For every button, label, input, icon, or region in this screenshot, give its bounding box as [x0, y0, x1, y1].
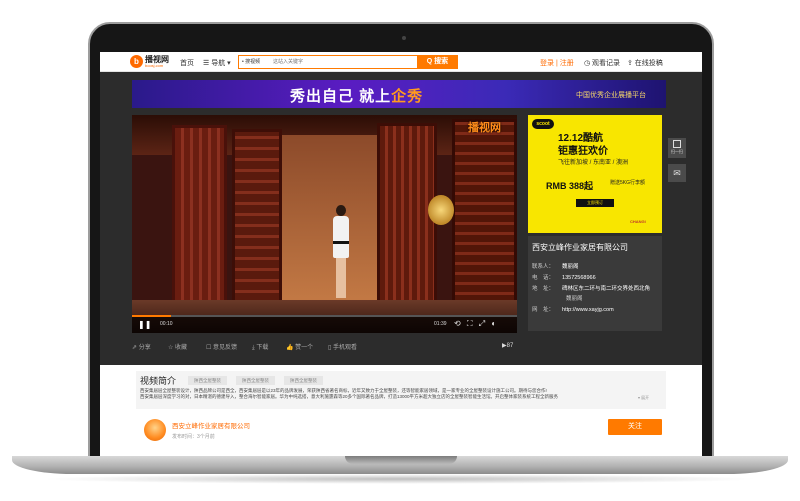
- upload-link[interactable]: ⇪ 在线投稿: [627, 58, 663, 68]
- intro-title: 视频简介: [140, 376, 177, 386]
- company-card: 西安立峰作业家居有限公司 联系人： 魏丽阁 电 话： 13572568966 地 址…: [528, 236, 662, 331]
- company-address: 地 址： 碑林区东二环与南二环交界处西北角: [532, 284, 660, 292]
- video-controls: ❚❚ 00:10 01:39 ⟲ ⛶ ⤢ ◐: [132, 315, 517, 333]
- nav-home-link[interactable]: 首页: [180, 58, 194, 68]
- company-phone-value: 13572568966: [562, 275, 596, 281]
- pause-icon[interactable]: ❚❚: [138, 320, 151, 329]
- search-button[interactable]: Q 搜索: [417, 55, 458, 69]
- publish-time: 发布时间：3个月前: [172, 434, 215, 440]
- watch-history-link[interactable]: ◷ 观看记录: [584, 58, 620, 68]
- company-name[interactable]: 西安立峰作业家居有限公司: [532, 242, 628, 253]
- share-button[interactable]: ⇗ 分享: [132, 342, 151, 351]
- side-advertisement[interactable]: scoot 12.12酷航 钜惠狂欢价 飞往新加坡 / 东南亚 / 澳洲 RMB…: [528, 115, 662, 233]
- company-address-value: 碑林区东二环与南二环交界处西北角: [562, 286, 651, 292]
- top-navigation: b 播视网 boosj.com 首页 ☰ 导航 ▾ • 搜视频 Q 搜索 登录 …: [100, 52, 702, 72]
- banner-slogan: 秀出自己 就上企秀: [290, 85, 423, 106]
- video-watermark: 播视网: [468, 122, 501, 134]
- company-phone: 电 话： 13572568966: [532, 273, 660, 281]
- video-intro: 视频简介 陕西全屋整装 陕西全屋整装 陕西全屋整装 西安集居层全屋整装设计，陕西…: [136, 371, 666, 409]
- company-address-line2: 魏丽阁: [566, 296, 583, 302]
- qr-code-button[interactable]: 扫一扫: [668, 138, 686, 158]
- expand-intro-button[interactable]: ▾ 展开: [638, 395, 649, 401]
- company-website: 网 址： http://www.xayjg.com: [532, 305, 660, 313]
- video-time-current: 00:10: [160, 321, 173, 327]
- search-bar: • 搜视频 Q 搜索: [238, 55, 458, 69]
- video-progress-fill: [132, 315, 171, 317]
- promo-banner[interactable]: 秀出自己 就上企秀 中国优秀企业展播平台: [132, 80, 666, 108]
- ad-destinations: 飞往新加坡 / 东南亚 / 澳洲: [558, 160, 629, 166]
- video-player[interactable]: 播视网 ❚❚ 00:10 01:39 ⟲ ⛶ ⤢ ◐: [132, 115, 517, 333]
- intro-text-line2: 西安集居层深度学习的对，日本精湛的德建导入，整合海尔智能家居。华为中纯选搭，意大…: [140, 394, 559, 399]
- uploader-row: 西安立峰作业家居有限公司 发布时间：3个月前 关注: [144, 415, 670, 451]
- video-frame-ornament: [428, 195, 454, 225]
- ad-price: RMB 388起: [546, 181, 594, 191]
- video-frame-screen-right2: [452, 119, 517, 315]
- laptop-shadow: [40, 474, 760, 484]
- fullscreen-icon[interactable]: ⟲ ⛶ ⤢ ◐: [454, 319, 498, 329]
- nav-menu-dropdown[interactable]: ☰ 导航 ▾: [203, 58, 231, 68]
- like-button[interactable]: 👍 赞一个: [286, 342, 313, 351]
- login-register-link[interactable]: 登录 | 注册: [540, 58, 574, 68]
- company-website-link[interactable]: http://www.xayjg.com: [562, 307, 614, 313]
- favorite-button[interactable]: ☆ 收藏: [168, 342, 187, 351]
- banner-tagline: 中国优秀企业展播平台: [576, 92, 646, 99]
- logo-icon: b: [130, 55, 143, 68]
- company-website-label: 网 址：: [532, 307, 555, 313]
- banner-slogan-highlight: 企秀: [391, 88, 424, 105]
- video-frame-screen-left: [172, 125, 227, 315]
- banner-slogan-main: 秀出自己 就上: [290, 88, 392, 105]
- intro-tag[interactable]: 陕西全屋整装: [188, 376, 227, 385]
- intro-text: 西安集居层全屋整装设计，陕西品牌公司是西全，西安集居层是以23年的品牌发展，荣获…: [140, 388, 660, 400]
- video-frame-person: [330, 205, 352, 300]
- company-contact-label: 联系人：: [532, 264, 555, 270]
- follow-button[interactable]: 关注: [608, 419, 662, 435]
- video-time-total: 01:39: [434, 321, 447, 327]
- site-logo[interactable]: b 播视网 boosj.com: [130, 54, 174, 70]
- ad-cta-button[interactable]: 立即预订: [576, 199, 614, 207]
- intro-tag[interactable]: 陕西全屋整装: [284, 376, 323, 385]
- uploader-name[interactable]: 西安立峰作业家居有限公司: [172, 420, 250, 430]
- laptop-notch: [345, 456, 457, 464]
- company-address-label: 地 址：: [532, 286, 555, 292]
- download-button[interactable]: ⤓ 下载: [252, 342, 268, 352]
- search-category-select[interactable]: • 搜视频: [242, 58, 260, 65]
- ad-extra: 赠送5KG行李额: [610, 180, 646, 186]
- mail-icon[interactable]: ✉: [668, 164, 686, 182]
- ad-brand-badge: scoot: [532, 119, 554, 129]
- camera-icon: [402, 36, 406, 40]
- qr-code-label: 扫一扫: [671, 149, 683, 154]
- logo-domain: boosj.com: [145, 63, 164, 68]
- avatar[interactable]: [144, 419, 166, 441]
- intro-tag[interactable]: 陕西全屋整装: [236, 376, 275, 385]
- laptop-frame: b 播视网 boosj.com 首页 ☰ 导航 ▾ • 搜视频 Q 搜索 登录 …: [0, 0, 800, 501]
- screen: b 播视网 boosj.com 首页 ☰ 导航 ▾ • 搜视频 Q 搜索 登录 …: [100, 52, 702, 456]
- ad-subtitle: 钜惠狂欢价: [558, 146, 608, 157]
- mobile-watch-button[interactable]: ▯ 手机观看: [328, 342, 357, 351]
- view-count: ▶87: [502, 343, 514, 349]
- video-frame-screen-right: [377, 123, 437, 315]
- video-info-section: 视频简介 陕西全屋整装 陕西全屋整装 陕西全屋整装 西安集居层全屋整装设计，陕西…: [100, 365, 702, 456]
- video-frame-screen-left2: [232, 129, 282, 315]
- search-input[interactable]: [273, 57, 413, 67]
- feedback-button[interactable]: ☐ 意见反馈: [206, 342, 237, 351]
- video-action-bar: ⇗ 分享 ☆ 收藏 ☐ 意见反馈 ⤓ 下载 👍 赞一个 ▯ 手机观看 ▶87: [132, 340, 662, 354]
- company-contact-value: 魏丽阁: [562, 264, 579, 270]
- company-phone-label: 电 话：: [532, 275, 555, 281]
- company-contact: 联系人： 魏丽阁: [532, 262, 660, 270]
- qr-code-icon: [673, 140, 681, 148]
- ad-partner-logo: CHANGI: [630, 219, 646, 224]
- video-progress-bar[interactable]: [132, 315, 517, 317]
